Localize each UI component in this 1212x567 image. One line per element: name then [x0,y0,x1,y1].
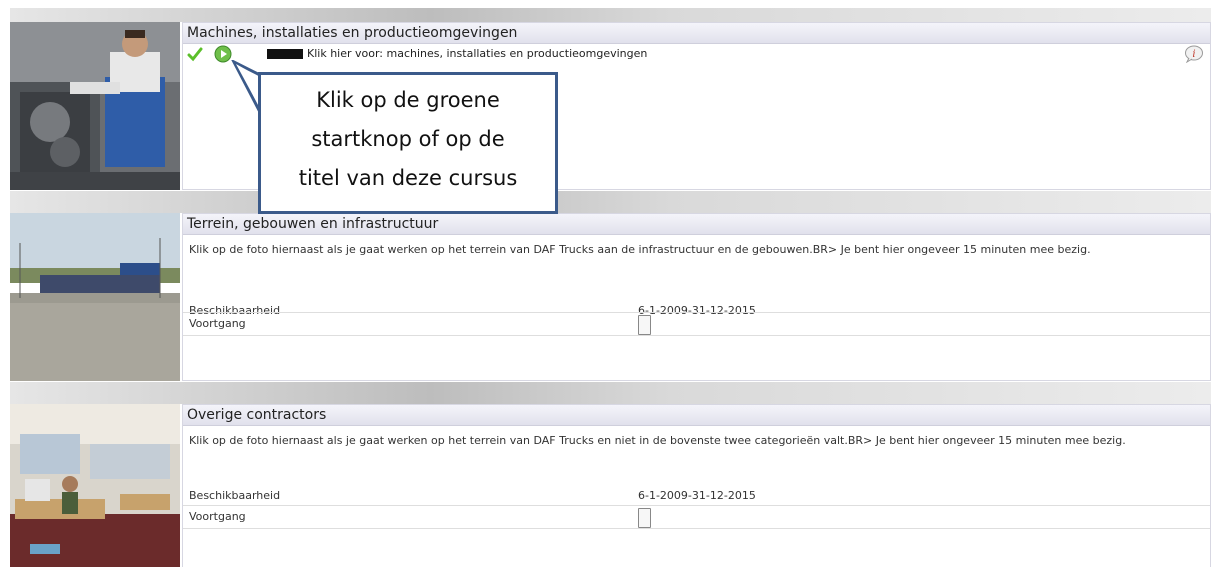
availability-row: Beschikbaarheid 6-1-2009-31-12-2015 [183,485,1210,507]
separator-band [10,8,1211,22]
course-panel-terrein: Terrein, gebouwen en infrastructuur Klik… [182,213,1211,381]
check-icon [187,46,203,65]
callout-line: titel van deze cursus [298,166,518,190]
course-photo-terrein[interactable] [10,213,180,381]
help-callout: Klik op de groene startknop of op de tit… [258,72,558,214]
separator-band [10,382,1211,404]
course-terrein: Terrein, gebouwen en infrastructuur Klik… [10,213,1211,381]
info-icon[interactable]: i [1184,45,1204,66]
availability-value: 6-1-2009-31-12-2015 [638,489,756,502]
course-photo-overige[interactable] [10,404,180,567]
progress-label: Voortgang [189,510,246,523]
course-title[interactable]: Machines, installaties en productieomgev… [183,23,1210,44]
svg-text:i: i [1192,49,1195,60]
progress-row: Voortgang [183,312,1210,336]
machine-worker-photo [10,22,180,190]
redacted-block [267,49,303,59]
callout-line: startknop of op de [311,127,505,151]
course-description: Klik op de foto hiernaast als je gaat we… [189,243,1091,256]
availability-label: Beschikbaarheid [189,489,281,502]
separator-band [10,191,1211,213]
office-photo [10,404,180,567]
callout-line: Klik op de groene [316,88,500,112]
course-panel-overige: Overige contractors Klik op de foto hier… [182,404,1211,567]
course-title[interactable]: Overige contractors [183,405,1210,426]
progress-row: Voortgang [183,505,1210,529]
building-photo [10,213,180,381]
course-photo-machines[interactable] [10,22,180,190]
progress-label: Voortgang [189,317,246,330]
course-machines: Machines, installaties en productieomgev… [10,22,1211,190]
progress-bar [638,508,651,528]
course-link[interactable]: Klik hier voor: machines, installaties e… [307,47,647,60]
course-overige: Overige contractors Klik op de foto hier… [10,404,1211,567]
course-description: Klik op de foto hiernaast als je gaat we… [189,434,1126,447]
course-title[interactable]: Terrein, gebouwen en infrastructuur [183,214,1210,235]
course-action-row: Klik hier voor: machines, installaties e… [183,44,1210,64]
progress-bar [638,315,651,335]
